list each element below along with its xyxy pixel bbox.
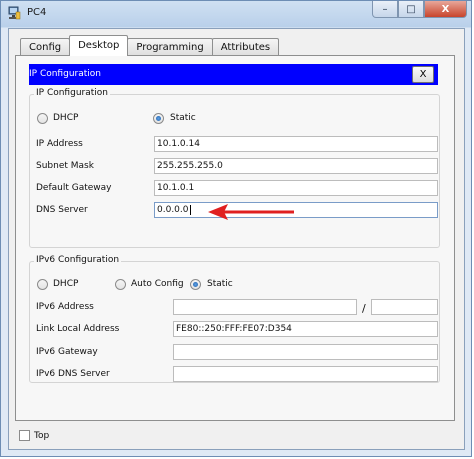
- ipv6-dhcp-radio[interactable]: [37, 279, 48, 290]
- ipv6-static-radio[interactable]: [190, 279, 201, 290]
- text-caret: [189, 204, 191, 215]
- subnet-mask-field[interactable]: 255.255.255.0: [154, 158, 438, 174]
- window-title: PC4: [27, 7, 47, 18]
- ipv6-prefix-separator: /: [362, 302, 366, 315]
- dns-server-field[interactable]: 0.0.0.0: [154, 202, 438, 218]
- tab-desktop[interactable]: Desktop: [69, 35, 129, 56]
- ipv6-static-label: Static: [207, 279, 233, 289]
- window-client-area: Config Desktop Programming Attributes IP…: [8, 28, 465, 450]
- window-controls: – □ X: [372, 1, 467, 18]
- pc4-window: PC4 – □ X Config Desktop Programming Att…: [0, 0, 472, 457]
- desktop-tab-panel: IP Configuration X IP Configuration DHCP…: [15, 55, 455, 421]
- ip-address-label: IP Address: [36, 139, 83, 149]
- top-checkbox[interactable]: [19, 430, 30, 441]
- dns-server-value: 0.0.0.0: [157, 205, 189, 215]
- minimize-button[interactable]: –: [372, 1, 398, 18]
- ipv6-prefix-field[interactable]: [371, 299, 438, 315]
- annotation-arrow: [208, 204, 294, 220]
- ipv6-gateway-field[interactable]: [173, 344, 438, 360]
- ipv6-gateway-label: IPv6 Gateway: [36, 347, 98, 357]
- pc-icon: [8, 6, 21, 20]
- link-local-address-label: Link Local Address: [36, 324, 120, 334]
- ipv6-config-group: IPv6 Configuration DHCP Auto Config Stat…: [29, 255, 440, 383]
- ipv6-auto-config-label: Auto Config: [131, 279, 184, 289]
- link-local-address-field[interactable]: FE80::250:FFF:FE07:D354: [173, 321, 438, 337]
- close-button[interactable]: X: [424, 1, 467, 18]
- tab-strip: Config Desktop Programming Attributes: [20, 35, 280, 56]
- ipv6-dns-server-field[interactable]: [173, 366, 438, 382]
- ipv6-auto-config-radio[interactable]: [115, 279, 126, 290]
- ipv6-address-field[interactable]: [173, 299, 357, 315]
- ip-config-header: IP Configuration X: [29, 64, 438, 85]
- tab-programming[interactable]: Programming: [127, 38, 213, 56]
- ip-config-header-title: IP Configuration: [29, 69, 101, 79]
- ipv4-config-group: IP Configuration DHCP Static IP Address …: [29, 88, 440, 248]
- ipv6-dns-server-label: IPv6 DNS Server: [36, 369, 110, 379]
- ipv6-address-label: IPv6 Address: [36, 302, 94, 312]
- ip-address-field[interactable]: 10.1.0.14: [154, 136, 438, 152]
- dns-server-label: DNS Server: [36, 205, 88, 215]
- default-gateway-label: Default Gateway: [36, 183, 112, 193]
- title-bar[interactable]: PC4 – □ X: [1, 1, 471, 25]
- ip-config-close-button[interactable]: X: [412, 66, 434, 83]
- ipv4-dhcp-radio[interactable]: [37, 113, 48, 124]
- ipv6-dhcp-label: DHCP: [53, 279, 79, 289]
- tab-attributes[interactable]: Attributes: [211, 38, 280, 56]
- ipv4-static-radio[interactable]: [153, 113, 164, 124]
- ipv4-static-label: Static: [170, 113, 196, 123]
- minimize-icon: –: [382, 3, 388, 15]
- tab-config[interactable]: Config: [20, 38, 71, 56]
- subnet-mask-label: Subnet Mask: [36, 161, 94, 171]
- close-icon: X: [441, 3, 450, 15]
- default-gateway-field[interactable]: 10.1.0.1: [154, 180, 438, 196]
- ipv4-dhcp-label: DHCP: [53, 113, 79, 123]
- ipv6-group-title: IPv6 Configuration: [34, 255, 122, 265]
- ipv4-group-title: IP Configuration: [34, 88, 110, 98]
- maximize-icon: □: [406, 3, 416, 15]
- top-checkbox-label: Top: [34, 431, 50, 441]
- maximize-button[interactable]: □: [398, 1, 424, 18]
